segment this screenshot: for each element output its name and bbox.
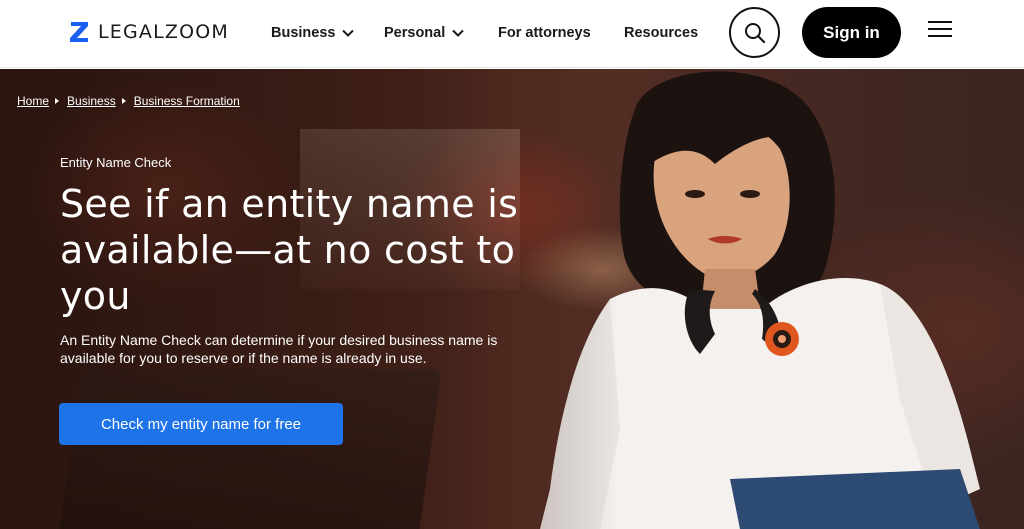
nav-business-label: Business [271,25,336,41]
search-icon [744,22,765,43]
nav-personal-label: Personal [384,25,446,41]
logo-text: LEGALZOOM [98,21,230,43]
breadcrumb: Home Business Business Formation [17,94,240,108]
hero-eyebrow: Entity Name Check [60,155,172,170]
hero-headline: See if an entity name is available—at no… [60,182,519,318]
breadcrumb-business[interactable]: Business [67,94,116,108]
nav-for-attorneys-label: For attorneys [498,25,591,41]
nav-resources-label: Resources [624,25,699,41]
chevron-right-icon [55,98,60,104]
search-button[interactable] [729,7,780,58]
nav-for-attorneys[interactable]: For attorneys [498,22,591,44]
hero-subtext: An Entity Name Check can determine if yo… [60,332,498,366]
chevron-down-icon [342,29,355,37]
nav-personal[interactable]: Personal [384,22,464,44]
nav-business[interactable]: Business [271,22,355,44]
chevron-right-icon [121,98,126,104]
nav-resources[interactable]: Resources [624,22,698,44]
check-entity-name-button[interactable]: Check my entity name for free [59,403,343,445]
breadcrumb-business-formation[interactable]: Business Formation [134,94,240,108]
sign-in-button[interactable]: Sign in [802,7,901,58]
chevron-down-icon [452,29,464,37]
legalzoom-z-icon [70,22,88,42]
breadcrumb-home[interactable]: Home [17,94,49,108]
site-header: LEGALZOOM Business Personal For attorney… [0,0,1024,68]
hamburger-menu-icon[interactable] [928,21,952,43]
legalzoom-logo[interactable]: LEGALZOOM [68,19,229,45]
hero-section: Home Business Business Formation Entity … [0,69,1024,529]
